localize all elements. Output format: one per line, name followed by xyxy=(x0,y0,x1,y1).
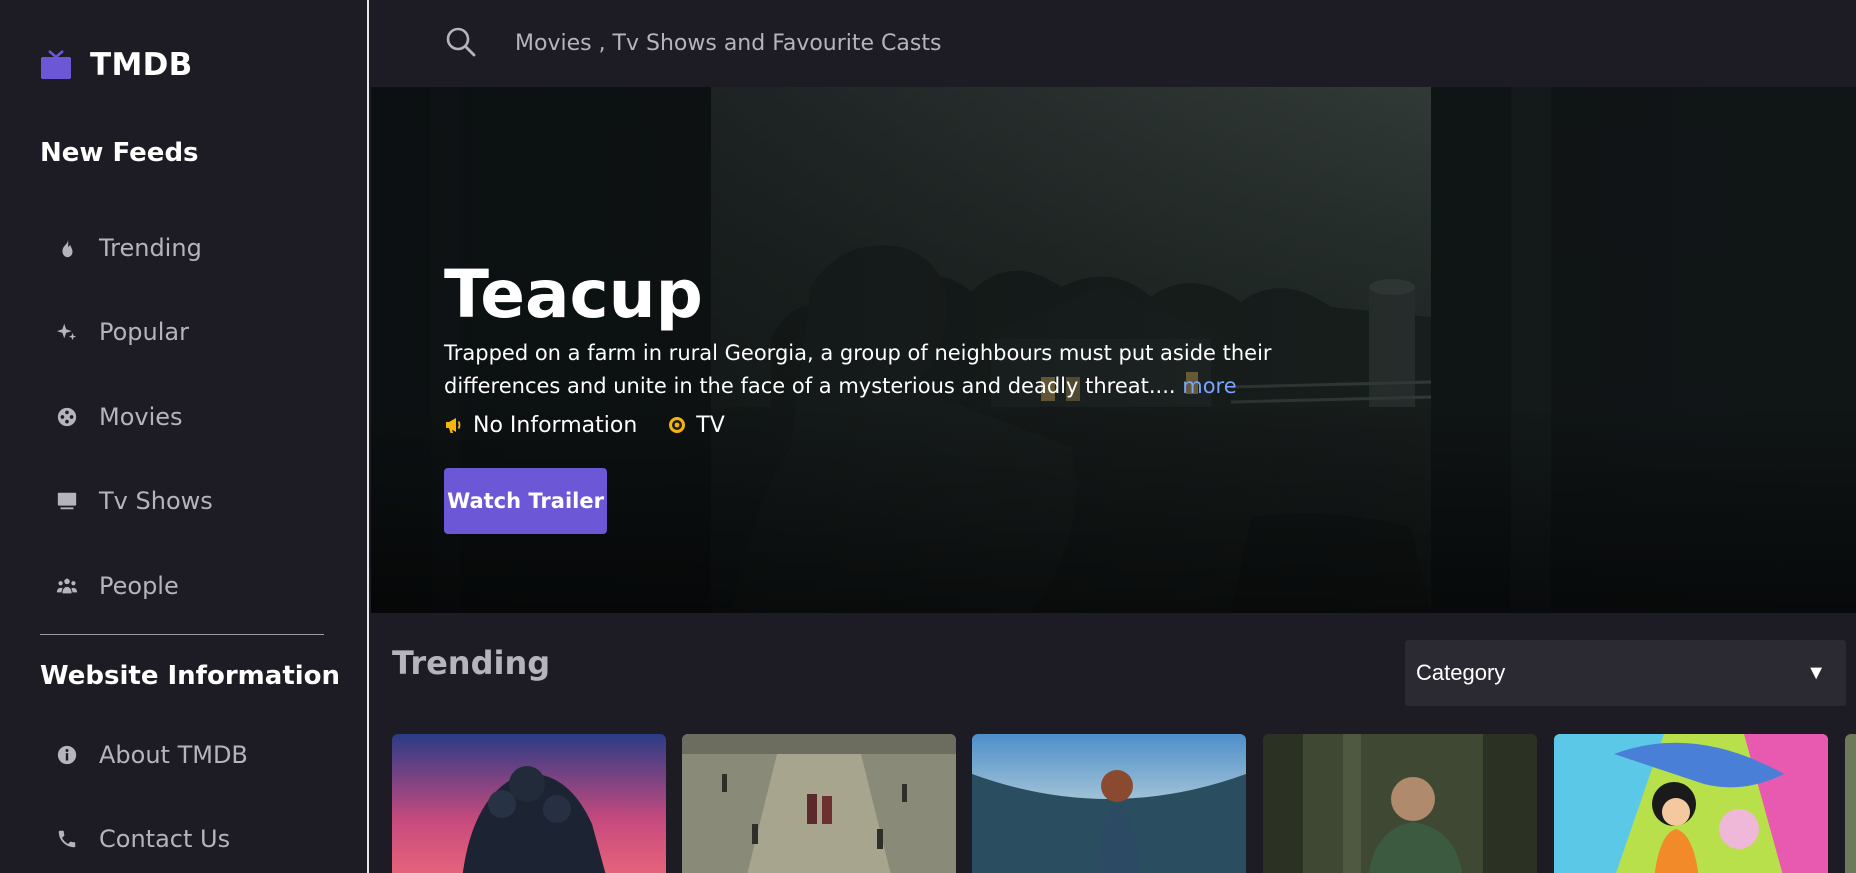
search-icon[interactable] xyxy=(445,26,477,58)
poster-image xyxy=(1845,734,1856,873)
hero-banner: Teacup Trapped on a farm in rural Georgi… xyxy=(371,87,1856,613)
hero-title: Teacup xyxy=(444,256,703,333)
category-dropdown[interactable]: Category ▼ xyxy=(1405,640,1846,706)
poster-image xyxy=(1263,734,1537,873)
hero-content: Teacup Trapped on a farm in rural Georgi… xyxy=(444,257,1384,534)
section-title-website-information: Website Information xyxy=(40,661,341,691)
meta-media-type-label: TV xyxy=(696,412,725,438)
sidebar-item-label: People xyxy=(99,572,179,600)
trending-cards-row xyxy=(392,734,1856,873)
sidebar-item-label: Tv Shows xyxy=(99,487,213,515)
info-icon xyxy=(55,743,79,767)
caret-down-icon: ▼ xyxy=(1806,661,1826,684)
hero-meta: No Information TV xyxy=(444,413,1384,438)
trending-section-title: Trending xyxy=(392,644,551,682)
category-dropdown-label: Category xyxy=(1416,660,1506,685)
sidebar-item-label: Movies xyxy=(99,403,183,431)
sidebar-item-popular[interactable]: Popular xyxy=(55,310,325,354)
more-link[interactable]: more xyxy=(1182,374,1236,398)
sidebar-item-label: About TMDB xyxy=(99,741,248,769)
film-reel-icon xyxy=(55,405,79,429)
search-bar xyxy=(371,0,1856,87)
trending-card-5[interactable] xyxy=(1554,734,1828,873)
sidebar-item-label: Popular xyxy=(99,318,189,346)
tv-screen-icon xyxy=(55,489,79,513)
sidebar-item-about[interactable]: About TMDB xyxy=(55,733,325,777)
trending-card-4[interactable] xyxy=(1263,734,1537,873)
sidebar-item-tv-shows[interactable]: Tv Shows xyxy=(55,479,325,523)
people-icon xyxy=(55,574,79,598)
fire-icon xyxy=(55,236,79,260)
sidebar-item-label: Trending xyxy=(99,234,202,262)
disc-icon xyxy=(669,417,686,434)
trending-card-2[interactable] xyxy=(682,734,956,873)
sidebar-item-movies[interactable]: Movies xyxy=(55,395,325,439)
sidebar-item-contact[interactable]: Contact Us xyxy=(55,817,325,861)
poster-image xyxy=(972,734,1246,873)
poster-image xyxy=(392,734,666,873)
trending-card-3[interactable] xyxy=(972,734,1246,873)
poster-image xyxy=(1554,734,1828,873)
phone-icon xyxy=(55,827,79,851)
hero-description-text: Trapped on a farm in rural Georgia, a gr… xyxy=(444,340,1272,398)
watch-trailer-button[interactable]: Watch Trailer xyxy=(444,467,607,534)
trending-card-1[interactable] xyxy=(392,734,666,873)
poster-image xyxy=(682,734,956,873)
sparkle-icon xyxy=(55,320,79,344)
meta-release-info: No Information xyxy=(444,413,637,438)
trending-card-6[interactable] xyxy=(1845,734,1856,873)
logo[interactable]: TMDB xyxy=(40,47,193,83)
meta-release-label: No Information xyxy=(473,412,638,438)
sidebar: TMDB New Feeds Trending Popular Movies T… xyxy=(0,0,369,873)
app-root: TMDB New Feeds Trending Popular Movies T… xyxy=(0,0,1856,873)
tv-icon xyxy=(41,50,71,79)
search-input[interactable] xyxy=(515,22,1215,64)
sidebar-item-trending[interactable]: Trending xyxy=(55,226,325,270)
megaphone-icon xyxy=(446,418,461,434)
section-title-new-feeds: New Feeds xyxy=(40,138,199,168)
meta-media-type: TV xyxy=(667,413,725,438)
sidebar-divider xyxy=(40,634,324,635)
brand-name: TMDB xyxy=(90,47,193,83)
sidebar-item-people[interactable]: People xyxy=(55,564,325,608)
hero-description: Trapped on a farm in rural Georgia, a gr… xyxy=(444,337,1384,403)
sidebar-item-label: Contact Us xyxy=(99,825,231,853)
